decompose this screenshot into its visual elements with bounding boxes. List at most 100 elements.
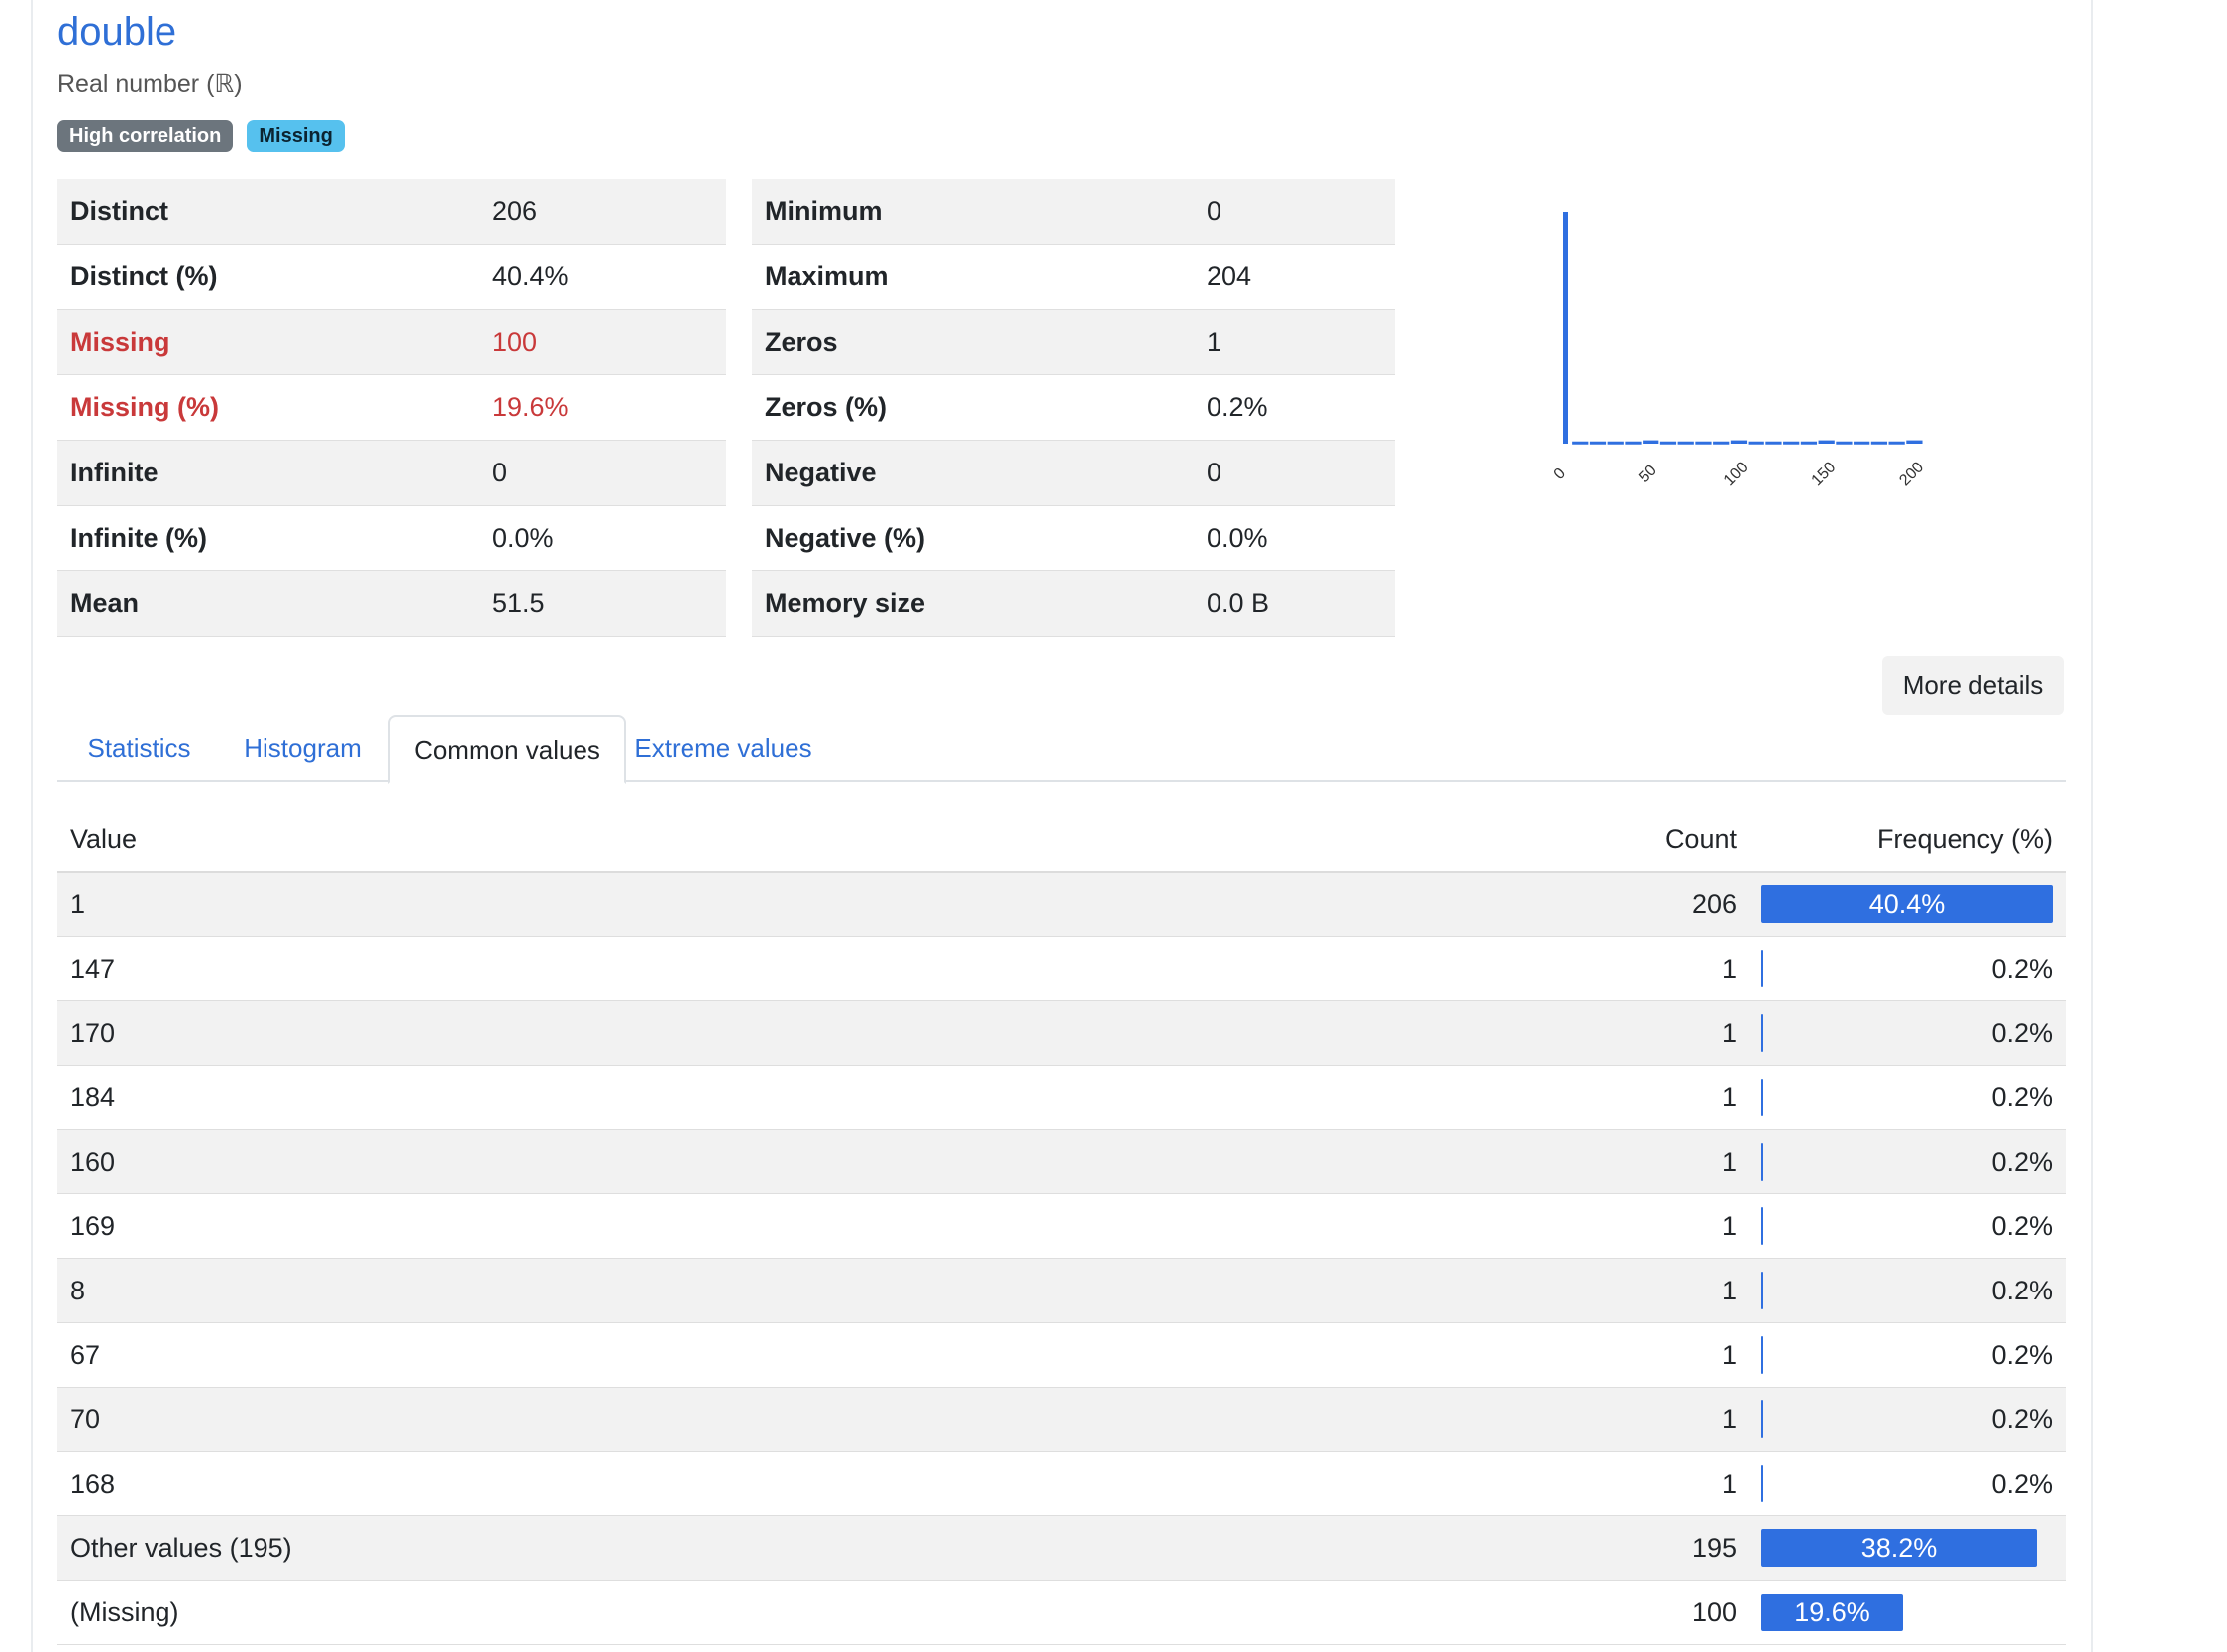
stats-table-left: Distinct 206 Distinct (%) 40.4% Missing 100 Mi… <box>57 179 726 637</box>
badge-group: High correlation Missing <box>57 120 345 152</box>
histogram-bar <box>1563 212 1568 444</box>
frequency-bar <box>1761 1336 1763 1374</box>
frequency-label: 0.2% <box>1991 1083 2053 1112</box>
cell-value: Other values (195) <box>57 1515 1605 1581</box>
cell-frequency: 19.6% <box>1750 1580 2066 1645</box>
cell-value: 170 <box>57 1000 1605 1066</box>
frequency-label: 0.2% <box>1991 954 2053 983</box>
stat-label: Minimum <box>752 179 1194 245</box>
x-tick-label: 50 <box>1636 462 1660 486</box>
table-row[interactable]: 169 1 0.2% <box>57 1193 2066 1259</box>
stat-value: 0 <box>1194 440 1395 506</box>
tab-extreme-values[interactable]: Extreme values <box>624 715 822 780</box>
stat-value: 19.6% <box>479 374 726 441</box>
frequency-label: 0.2% <box>1991 1469 2053 1498</box>
cell-count: 1 <box>1605 1451 1750 1516</box>
cell-frequency: 0.2% <box>1750 1193 2066 1259</box>
histogram-bar <box>1783 441 1800 445</box>
cell-frequency: 0.2% <box>1750 1129 2066 1194</box>
stats-table-right: Minimum 0 Maximum 204 Zeros 1 Zeros (%) 0.2% Neg… <box>752 179 1395 637</box>
cell-value: 160 <box>57 1129 1605 1194</box>
cell-frequency: 0.2% <box>1750 1451 2066 1516</box>
histogram-bar <box>1730 440 1748 444</box>
stat-row: Memory size 0.0 B <box>752 570 1395 637</box>
table-row[interactable]: 147 1 0.2% <box>57 936 2066 1001</box>
stat-value: 0.0% <box>479 505 726 571</box>
stat-row: Zeros 1 <box>752 309 1395 375</box>
frequency-bar <box>1761 1272 1763 1309</box>
tab-common-values[interactable]: Common values <box>388 715 626 784</box>
cell-count: 1 <box>1605 1065 1750 1130</box>
frequency-bar: 19.6% <box>1761 1594 1903 1631</box>
stat-row: Infinite (%) 0.0% <box>57 505 726 571</box>
frequency-bar <box>1761 950 1763 987</box>
x-tick-label: 100 <box>1721 459 1751 489</box>
cell-value: 1 <box>57 872 1605 937</box>
stat-row: Zeros (%) 0.2% <box>752 374 1395 441</box>
cell-count: 1 <box>1605 1322 1750 1388</box>
missing-badge[interactable]: Missing <box>247 120 345 152</box>
header-value: Value <box>57 807 1605 873</box>
stat-row: Infinite 0 <box>57 440 726 506</box>
cell-value: 184 <box>57 1065 1605 1130</box>
high-correlation-badge[interactable]: High correlation <box>57 120 234 152</box>
frequency-bar: 38.2% <box>1761 1529 2037 1567</box>
histogram-bar <box>1870 441 1888 445</box>
table-row[interactable]: 184 1 0.2% <box>57 1065 2066 1130</box>
histogram-bar <box>1659 441 1677 445</box>
stat-row: Mean 51.5 <box>57 570 726 637</box>
common-values-table: Value Count Frequency (%) 1 206 40.4% 147 1 0… <box>57 807 2066 1645</box>
mini-histogram: 0 50 100 150 200 <box>1551 212 1927 489</box>
cell-frequency: 0.2% <box>1750 1000 2066 1066</box>
stat-value: 0.0 B <box>1194 570 1395 637</box>
histogram-bar <box>1713 441 1730 445</box>
stat-label: Memory size <box>752 570 1194 637</box>
header-frequency: Frequency (%) <box>1750 807 2066 873</box>
cell-count: 1 <box>1605 1000 1750 1066</box>
tab-histogram[interactable]: Histogram <box>221 715 384 780</box>
table-row[interactable]: 168 1 0.2% <box>57 1451 2066 1516</box>
frequency-bar <box>1761 1143 1763 1181</box>
frequency-bar: 40.4% <box>1761 885 2053 923</box>
table-header-row: Value Count Frequency (%) <box>57 807 2066 873</box>
variable-name[interactable]: double <box>57 10 176 54</box>
histogram-bar <box>1818 440 1835 444</box>
x-tick-label: 150 <box>1809 459 1840 489</box>
histogram-bar <box>1607 441 1624 445</box>
stat-value: 51.5 <box>479 570 726 637</box>
stat-label: Maximum <box>752 244 1194 310</box>
table-row[interactable]: 1 206 40.4% <box>57 872 2066 937</box>
cell-value: 147 <box>57 936 1605 1001</box>
cell-frequency: 0.2% <box>1750 1065 2066 1130</box>
table-row[interactable]: (Missing) 100 19.6% <box>57 1580 2066 1645</box>
stat-label: Distinct <box>57 179 479 245</box>
stat-value: 204 <box>1194 244 1395 310</box>
table-row[interactable]: 67 1 0.2% <box>57 1322 2066 1388</box>
histogram-bar <box>1695 441 1712 445</box>
stat-label: Infinite (%) <box>57 505 479 571</box>
frequency-label: 0.2% <box>1991 1340 2053 1370</box>
tab-statistics[interactable]: Statistics <box>57 715 221 780</box>
stat-label: Zeros (%) <box>752 374 1194 441</box>
histogram-bar <box>1677 441 1694 445</box>
more-details-button[interactable]: More details <box>1882 656 2064 715</box>
stat-value: 206 <box>479 179 726 245</box>
stat-row: Distinct (%) 40.4% <box>57 244 726 310</box>
stat-label: Negative (%) <box>752 505 1194 571</box>
stat-row: Negative (%) 0.0% <box>752 505 1395 571</box>
table-row[interactable]: 170 1 0.2% <box>57 1000 2066 1066</box>
table-row[interactable]: 70 1 0.2% <box>57 1387 2066 1452</box>
frequency-bar <box>1761 1079 1763 1116</box>
stat-label: Distinct (%) <box>57 244 479 310</box>
table-row[interactable]: Other values (195) 195 38.2% <box>57 1515 2066 1581</box>
x-tick-label: 0 <box>1551 465 1569 483</box>
stat-value: 0 <box>1194 179 1395 245</box>
cell-frequency: 0.2% <box>1750 1387 2066 1452</box>
stat-label: Missing <box>57 309 479 375</box>
cell-frequency: 0.2% <box>1750 1322 2066 1388</box>
table-row[interactable]: 8 1 0.2% <box>57 1258 2066 1323</box>
table-row[interactable]: 160 1 0.2% <box>57 1129 2066 1194</box>
histogram-bar <box>1836 441 1853 445</box>
cell-value: 70 <box>57 1387 1605 1452</box>
cell-frequency: 38.2% <box>1750 1515 2066 1581</box>
